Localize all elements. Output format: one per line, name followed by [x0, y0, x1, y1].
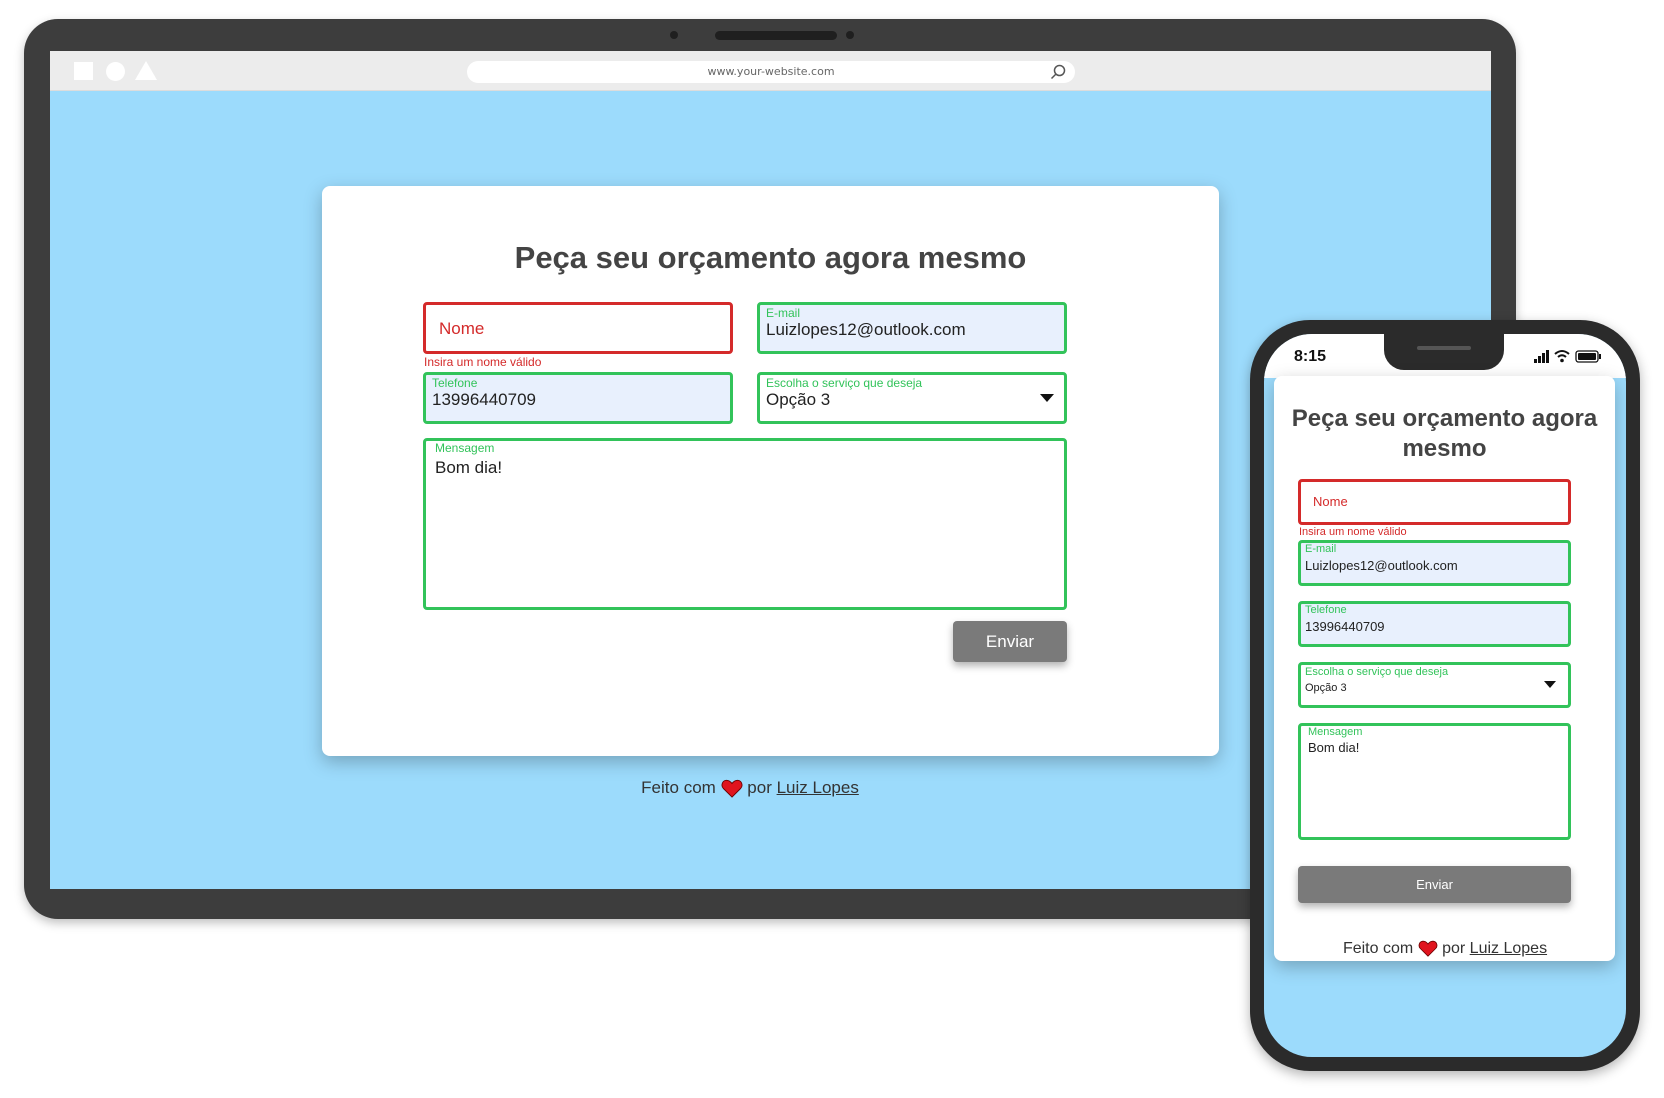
camera-dot	[846, 31, 854, 39]
mobile-message-label: Mensagem	[1308, 726, 1363, 738]
wifi-icon	[1554, 350, 1570, 363]
phone-field[interactable]: Telefone 13996440709	[423, 372, 733, 424]
status-bar: 8:15	[1264, 334, 1626, 378]
mobile-submit-button[interactable]: Enviar	[1298, 866, 1571, 903]
message-label: Mensagem	[435, 441, 495, 455]
search-icon[interactable]	[1049, 63, 1067, 81]
url-text: www.your-website.com	[707, 65, 835, 78]
phone-label: Telefone	[432, 376, 478, 390]
mobile-name-field[interactable]: Nome	[1298, 479, 1571, 525]
message-textarea[interactable]: Mensagem Bom dia!	[423, 438, 1067, 610]
footer-prefix: Feito com	[641, 778, 716, 797]
circle-shape-icon	[106, 62, 125, 81]
mobile-footer-credit: Feito com por Luiz Lopes	[1264, 940, 1626, 958]
phone-frame: 8:15 Peça seu orçamento agora mesmo Nome…	[1250, 320, 1640, 1071]
phone-screen: 8:15 Peça seu orçamento agora mesmo Nome…	[1264, 334, 1626, 1057]
status-icons	[1534, 350, 1601, 363]
author-link[interactable]: Luiz Lopes	[777, 778, 859, 797]
mobile-footer-prefix: Feito com	[1342, 940, 1414, 957]
heart-icon	[1418, 941, 1437, 958]
name-placeholder: Nome	[439, 319, 485, 338]
signal-icon	[1534, 350, 1549, 363]
mobile-page-title: Peça seu orçamento agora mesmo	[1291, 405, 1598, 462]
submit-button[interactable]: Enviar	[953, 621, 1067, 662]
mobile-phone-label: Telefone	[1305, 604, 1347, 616]
email-label: E-mail	[766, 306, 801, 320]
phone-value: 13996440709	[432, 390, 537, 409]
browser-toolbar: www.your-website.com	[50, 51, 1491, 91]
mobile-message-value: Bom dia!	[1308, 740, 1360, 755]
address-bar[interactable]: www.your-website.com	[467, 61, 1075, 83]
mobile-service-value: Opção 3	[1305, 682, 1347, 694]
name-field[interactable]: Nome	[423, 302, 733, 354]
camera-bar	[715, 31, 837, 40]
mobile-name-error-message: Insira um nome válido	[1299, 526, 1407, 538]
mobile-phone-value: 13996440709	[1305, 619, 1385, 634]
mobile-quote-form-card: Peça seu orçamento agora mesmo Nome Insi…	[1274, 376, 1615, 961]
mobile-service-select[interactable]: Escolha o serviço que deseja Opção 3	[1298, 662, 1571, 708]
footer-middle: por	[747, 778, 772, 797]
status-time: 8:15	[1294, 348, 1327, 365]
battery-icon	[1575, 350, 1601, 363]
mobile-email-value: Luizlopes12@outlook.com	[1305, 558, 1458, 573]
mockup-stage: www.your-website.com Peça seu orçamento …	[0, 0, 1664, 1098]
mobile-phone-field[interactable]: Telefone 13996440709	[1298, 601, 1571, 647]
square-shape-icon	[74, 62, 93, 80]
page-title: Peça seu orçamento agora mesmo	[514, 240, 1027, 275]
chevron-down-icon[interactable]	[1544, 681, 1556, 688]
mobile-footer-middle: por	[1442, 940, 1466, 957]
camera-dot	[670, 31, 678, 39]
name-error-message: Insira um nome válido	[424, 355, 542, 369]
quote-form-card: Peça seu orçamento agora mesmo Nome Insi…	[322, 186, 1219, 756]
service-select[interactable]: Escolha o serviço que deseja Opção 3	[757, 372, 1067, 424]
mobile-email-label: E-mail	[1305, 543, 1337, 555]
mobile-author-link[interactable]: Luiz Lopes	[1470, 940, 1547, 957]
notch-speaker	[1417, 346, 1471, 350]
mobile-email-field[interactable]: E-mail Luizlopes12@outlook.com	[1298, 540, 1571, 586]
mobile-service-label: Escolha o serviço que deseja	[1305, 666, 1449, 678]
phone-notch	[1384, 334, 1504, 370]
chevron-down-icon[interactable]	[1040, 394, 1054, 402]
email-value: Luizlopes12@outlook.com	[766, 320, 966, 339]
triangle-shape-icon	[135, 61, 157, 80]
message-value: Bom dia!	[435, 458, 503, 477]
email-field[interactable]: E-mail Luizlopes12@outlook.com	[757, 302, 1067, 354]
mobile-message-textarea[interactable]: Mensagem Bom dia!	[1298, 723, 1571, 840]
mobile-name-placeholder: Nome	[1313, 494, 1348, 509]
service-value: Opção 3	[766, 390, 831, 409]
footer-credit: Feito com por Luiz Lopes	[490, 778, 1010, 798]
service-label: Escolha o serviço que deseja	[766, 376, 923, 390]
heart-icon	[721, 779, 743, 798]
